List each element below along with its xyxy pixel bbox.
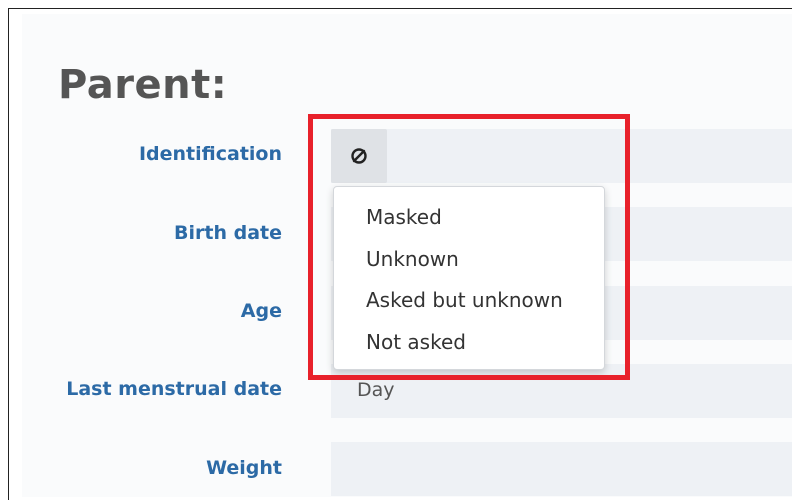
label-last-menstrual-date: Last menstrual date bbox=[66, 378, 282, 400]
menu-item-unknown[interactable]: Unknown bbox=[366, 243, 459, 275]
null-flavor-button[interactable] bbox=[331, 129, 387, 183]
label-identification: Identification bbox=[138, 143, 282, 165]
identification-field[interactable] bbox=[331, 129, 792, 183]
menu-item-not-asked[interactable]: Not asked bbox=[366, 326, 466, 358]
weight-field[interactable] bbox=[331, 442, 792, 496]
menu-item-masked[interactable]: Masked bbox=[366, 201, 442, 233]
label-age: Age bbox=[240, 300, 282, 322]
section-title: Parent: bbox=[58, 62, 228, 108]
menu-item-asked-but-unknown[interactable]: Asked but unknown bbox=[366, 284, 563, 316]
null-flavor-menu: Masked Unknown Asked but unknown Not ask… bbox=[333, 186, 605, 370]
day-input-placeholder[interactable]: Day bbox=[357, 379, 395, 401]
label-birth-date: Birth date bbox=[174, 222, 282, 244]
last-menstrual-date-field[interactable]: Day bbox=[331, 364, 792, 418]
null-symbol-icon bbox=[351, 148, 367, 164]
label-weight: Weight bbox=[206, 457, 282, 479]
